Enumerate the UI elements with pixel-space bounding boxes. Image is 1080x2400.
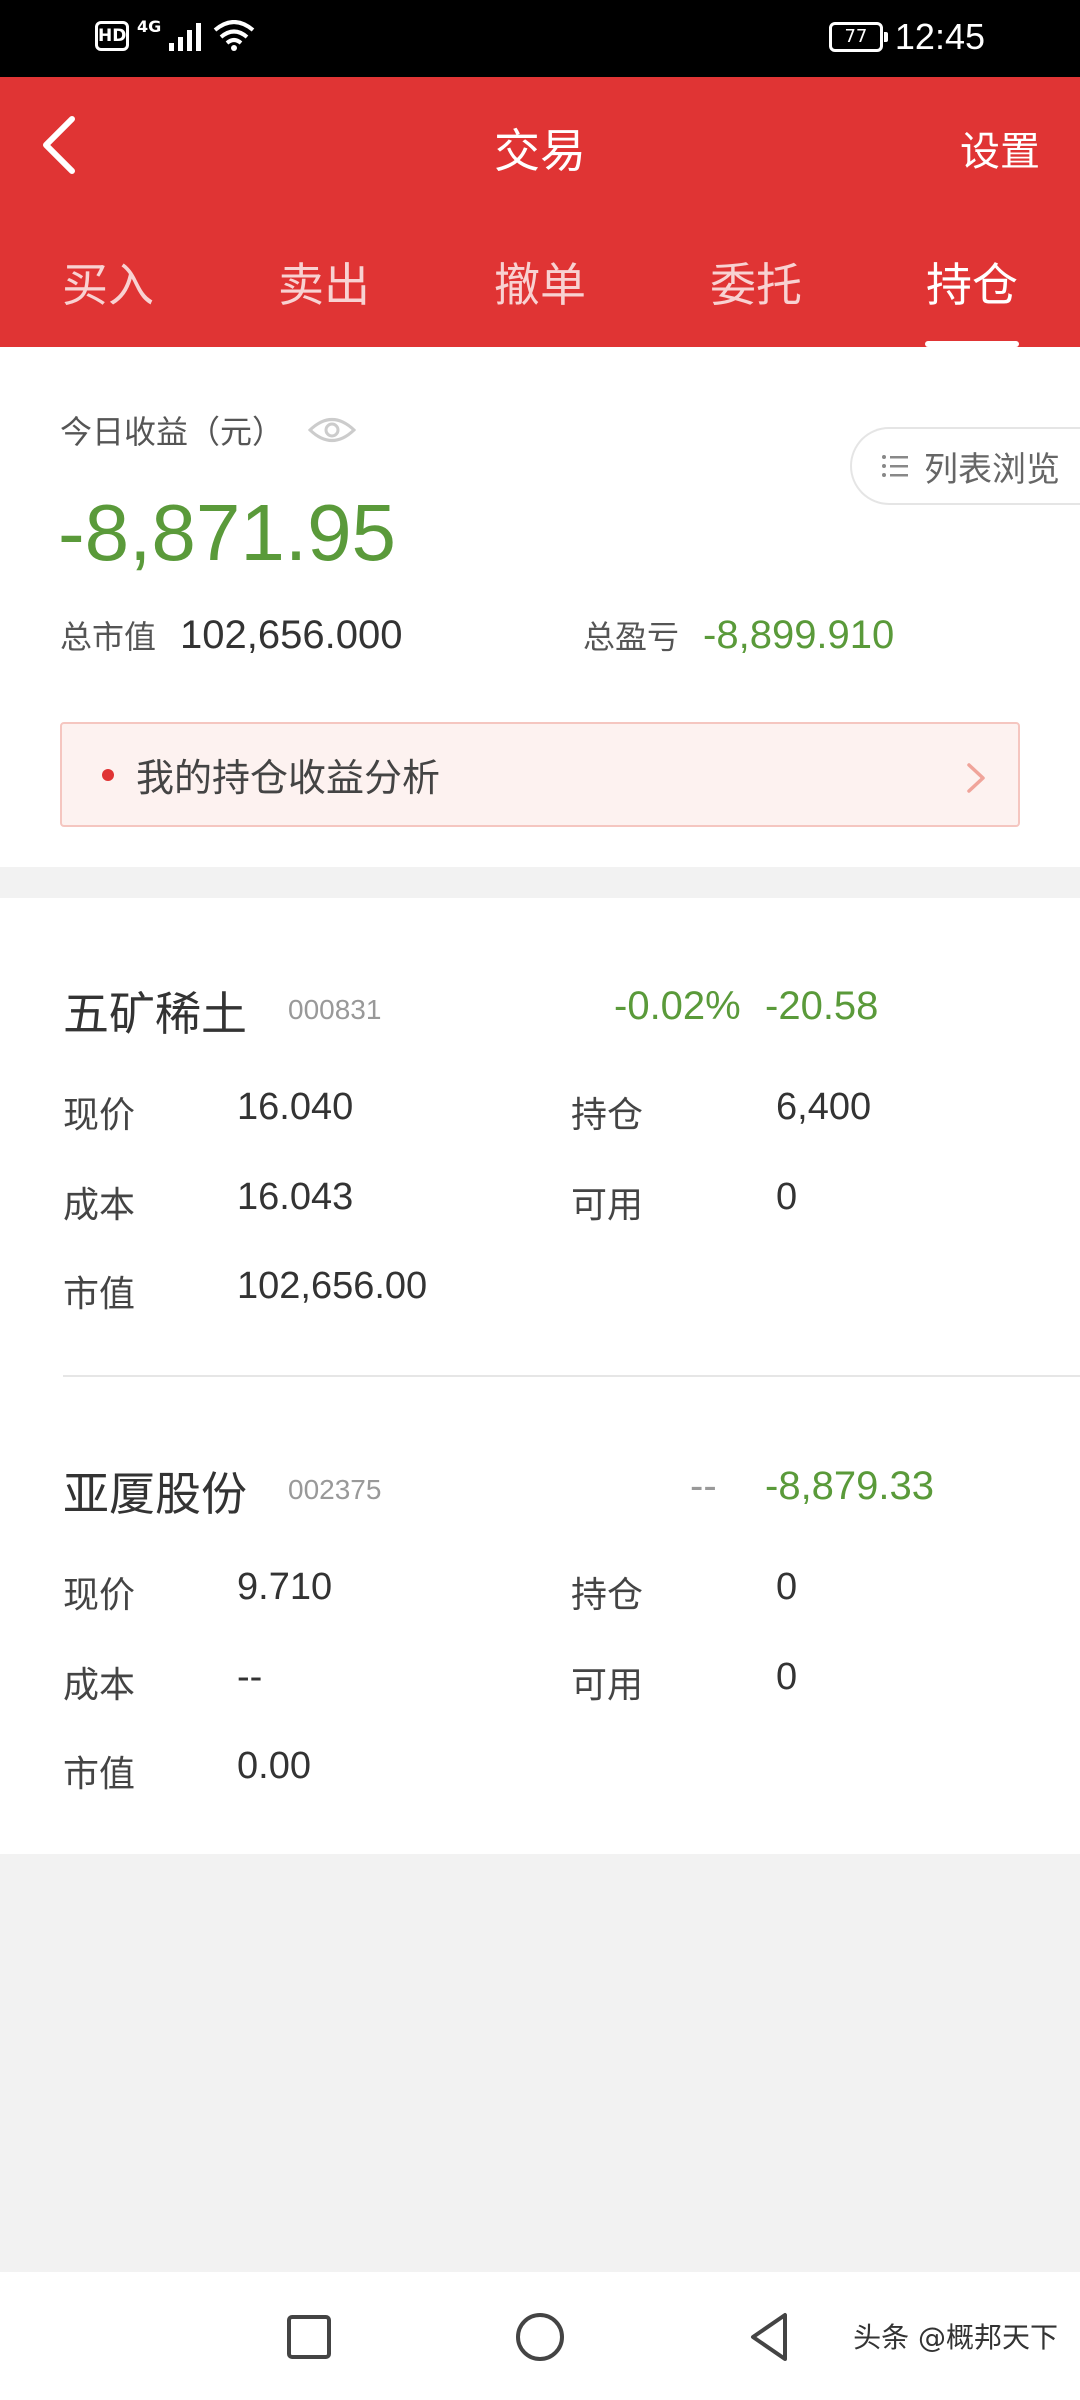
square-icon — [287, 2315, 331, 2359]
holding-value: 0 — [776, 1566, 798, 1608]
price-label: 现价 — [63, 1095, 136, 1136]
total-market-value-label: 总市值 — [60, 618, 157, 656]
price-label: 现价 — [63, 1575, 136, 1616]
cost-label: 成本 — [63, 1185, 136, 1226]
stock-code: 000831 — [288, 994, 382, 1025]
status-bar: HD 4G 77 12:45 — [0, 0, 1080, 77]
stock-code: 002375 — [288, 1474, 382, 1505]
wifi-icon — [213, 20, 255, 51]
app-header: 交易 设置 买入 卖出 撤单 委托 持仓 — [0, 77, 1080, 347]
tab-orders[interactable]: 委托 — [648, 227, 864, 347]
tab-sell[interactable]: 卖出 — [216, 227, 432, 347]
circle-icon — [516, 2313, 564, 2361]
stock-name: 五矿稀土 — [63, 987, 247, 1041]
stock-name: 亚厦股份 — [63, 1467, 247, 1521]
change-percent: -- — [690, 1464, 717, 1508]
position-item[interactable]: 五矿稀土 000831 -0.02% -20.58 现价 16.040 持仓 6… — [0, 898, 1080, 1378]
list-view-button[interactable]: 列表浏览 — [850, 427, 1080, 505]
tab-holdings[interactable]: 持仓 — [864, 227, 1080, 347]
eye-icon[interactable] — [308, 415, 357, 445]
today-earnings-label: 今日收益（元） — [60, 413, 285, 451]
holding-analysis-banner[interactable]: 我的持仓收益分析 — [60, 722, 1020, 827]
divider — [63, 1375, 1080, 1377]
red-dot-icon — [102, 768, 114, 781]
tab-buy[interactable]: 买入 — [0, 227, 216, 347]
holding-label: 持仓 — [571, 1575, 644, 1616]
chevron-right-icon — [967, 763, 985, 793]
list-view-label: 列表浏览 — [924, 449, 1060, 490]
system-nav-bar: 头条 @概邦天下 — [0, 2272, 1080, 2400]
today-earnings-value: -8,871.95 — [58, 488, 397, 577]
total-pnl-value: -8,899.910 — [703, 613, 895, 657]
positions-list: 五矿稀土 000831 -0.02% -20.58 现价 16.040 持仓 6… — [0, 898, 1080, 1854]
total-pnl-label: 总盈亏 — [583, 618, 680, 656]
network-type: 4G — [137, 16, 162, 36]
price-value: 9.710 — [237, 1566, 333, 1608]
position-pnl: -8,879.33 — [765, 1464, 935, 1508]
hd-badge: HD — [95, 21, 129, 51]
market-value: 102,656.00 — [237, 1265, 428, 1307]
back-nav-button[interactable] — [735, 2302, 805, 2372]
today-earnings-label-row: 今日收益（元） — [60, 407, 357, 453]
available-label: 可用 — [571, 1185, 644, 1226]
market-value: 0.00 — [237, 1745, 311, 1787]
market-value-label: 市值 — [63, 1274, 136, 1315]
position-pnl: -20.58 — [765, 984, 879, 1028]
total-pnl-row: 总盈亏 -8,899.910 — [583, 612, 894, 658]
position-item[interactable]: 亚厦股份 002375 -- -8,879.33 现价 9.710 持仓 0 成… — [0, 1378, 1080, 1858]
signal-icon — [169, 23, 202, 51]
page-title: 交易 — [494, 124, 586, 178]
cost-value: 16.043 — [237, 1176, 354, 1218]
change-percent: -0.02% — [614, 984, 741, 1028]
triangle-back-icon — [751, 2313, 787, 2361]
trade-tabs: 买入 卖出 撤单 委托 持仓 — [0, 227, 1080, 347]
holding-analysis-label: 我的持仓收益分析 — [136, 756, 441, 800]
status-left: HD 4G — [95, 16, 255, 52]
battery-icon: 77 — [828, 22, 888, 52]
cost-value: -- — [237, 1656, 263, 1698]
status-right: 77 12:45 — [828, 16, 985, 58]
clock: 12:45 — [894, 16, 985, 57]
tab-cancel[interactable]: 撤单 — [432, 227, 648, 347]
available-value: 0 — [776, 1656, 798, 1698]
summary-card: 今日收益（元） -8,871.95 列表浏览 总市值 102,656.000 总… — [0, 347, 1080, 867]
list-icon — [882, 455, 908, 477]
market-value-label: 市值 — [63, 1754, 136, 1795]
price-value: 16.040 — [237, 1086, 354, 1128]
recents-button[interactable] — [274, 2302, 344, 2372]
available-label: 可用 — [571, 1665, 644, 1706]
total-market-value-row: 总市值 102,656.000 — [60, 612, 402, 658]
settings-button[interactable]: 设置 — [960, 119, 1040, 177]
watermark: 头条 @概邦天下 — [853, 2321, 1058, 2354]
available-value: 0 — [776, 1176, 798, 1218]
home-button[interactable] — [505, 2302, 575, 2372]
cost-label: 成本 — [63, 1665, 136, 1706]
holding-label: 持仓 — [571, 1095, 644, 1136]
holding-value: 6,400 — [776, 1086, 872, 1128]
total-market-value: 102,656.000 — [180, 613, 403, 657]
